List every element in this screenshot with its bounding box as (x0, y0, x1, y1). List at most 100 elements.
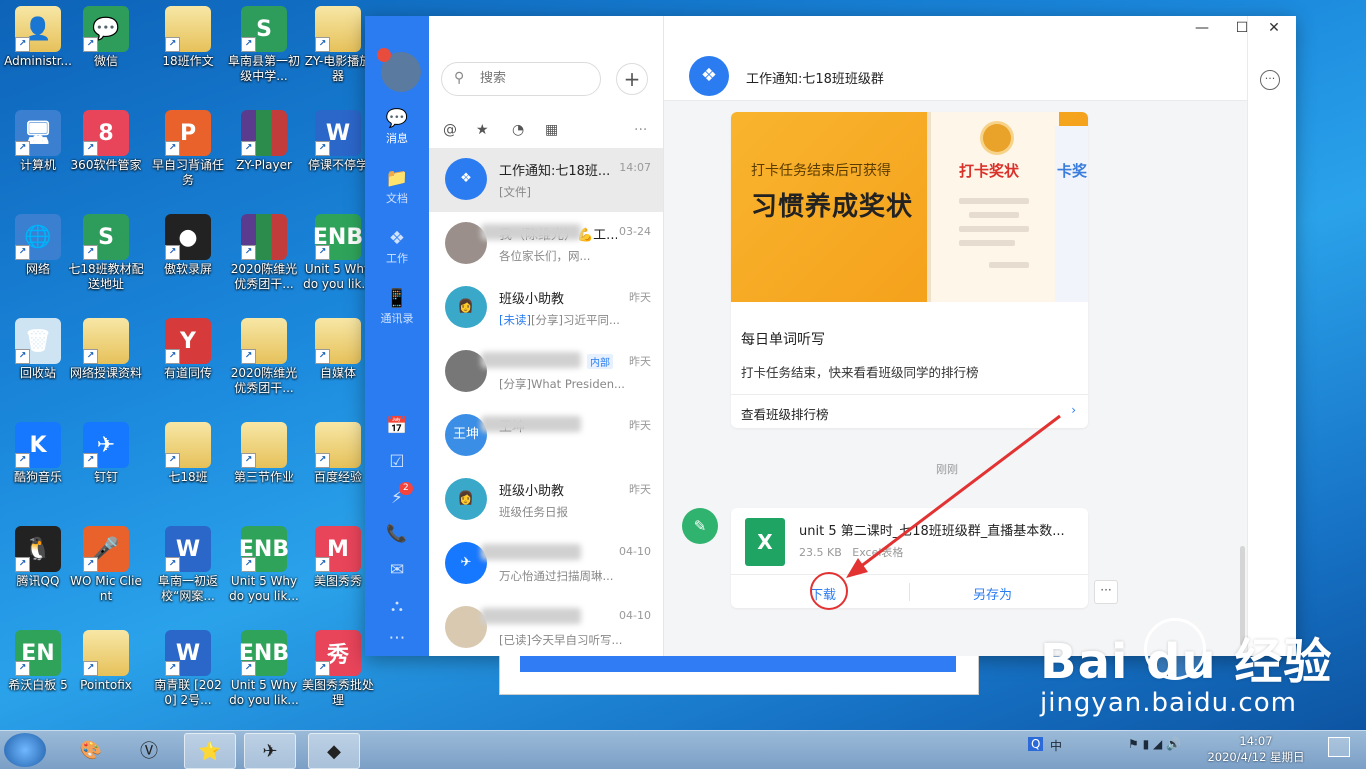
taskbar-app-v[interactable]: Ⓥ (124, 733, 174, 767)
show-desktop-button[interactable] (1328, 737, 1350, 757)
add-button[interactable]: + (616, 63, 648, 95)
desktop-icon[interactable]: 🗑 ↗ 回收站 (0, 314, 76, 381)
message-more-button[interactable]: ··· (1094, 580, 1118, 604)
desktop-icon-label: 酷狗音乐 (13, 470, 62, 484)
preview-text: 班级任务日报 (499, 505, 568, 519)
more-icon[interactable]: ⋯ (365, 628, 429, 648)
desktop-icon[interactable]: EN ↗ 希沃白板 5 (0, 626, 76, 693)
tray-icons[interactable]: ⚑ ▮ ◢ 🔊 (1128, 737, 1181, 751)
desktop-icon[interactable]: ↗ ZY-Player (226, 106, 302, 173)
mention-filter-icon[interactable]: @ (443, 122, 457, 138)
checkin-card[interactable]: 打卡任务结束后可获得 习惯养成奖状 打卡奖状 卡奖 每日单词听写 打卡任务结束，… (731, 112, 1088, 428)
save-as-button[interactable]: 另存为 (973, 584, 1012, 603)
minimize-button[interactable]: — (1187, 20, 1217, 36)
taskbar-app-dingtalk[interactable]: ✈ (244, 733, 296, 769)
taskbar-app-paint[interactable]: 🎨 (66, 733, 116, 767)
shortcut-arrow-icon: ↗ (315, 661, 330, 676)
desktop-icon[interactable]: 🌐 ↗ 网络 (0, 210, 76, 277)
desktop-icon-image: S ↗ (83, 214, 129, 260)
desktop-icon[interactable]: ↗ 18班作文 (150, 2, 226, 69)
clock[interactable]: 14:07 2020/4/12 星期日 (1206, 733, 1306, 765)
taskbar-app-other[interactable]: ◆ (308, 733, 360, 769)
mail-icon[interactable]: ✉ (365, 560, 429, 580)
ding-icon[interactable]: ⚡ (365, 488, 429, 508)
annotation-circle (810, 572, 848, 610)
desktop-icon[interactable]: K ↗ 酷狗音乐 (0, 418, 76, 485)
recent-filter-icon[interactable]: ◔ (512, 122, 524, 138)
desktop-icon[interactable]: ↗ 第三节作业 (226, 418, 302, 485)
desktop-icon-label: 第三节作业 (233, 470, 294, 484)
rail-item-docs[interactable]: 📁 文档 (365, 168, 429, 206)
desktop-icon[interactable]: ENB ↗ Unit 5 Why do you lik... (226, 626, 302, 708)
desktop-icon-image: 👤 ↗ (15, 6, 61, 52)
desktop-icon[interactable]: 8 ↗ 360软件管家 (68, 106, 144, 173)
org-icon[interactable]: ⛬ (365, 596, 429, 616)
taskbar-app-star[interactable]: ⭐ (184, 733, 236, 769)
desktop-icon[interactable]: ✈ ↗ 钉钉 (68, 418, 144, 485)
conversation-item[interactable]: 04-10 [已读]今天早自习听写... (429, 596, 663, 656)
more-filter-icon[interactable]: ··· (634, 122, 647, 138)
desktop-icon[interactable]: 👤 ↗ Administr... (0, 2, 76, 69)
conversation-item[interactable]: 👩 班级小助教 昨天 班级任务日报 (429, 468, 663, 532)
desktop-icon[interactable]: 🖥 ↗ 计算机 (0, 106, 76, 173)
phone-icon[interactable]: 📞 (365, 524, 429, 544)
desktop-icon[interactable]: P ↗ 早自习背诵任务 (150, 106, 226, 188)
conversation-item[interactable]: 我（陈维光）💪工...03-24各位家长们，网... (429, 212, 663, 276)
desktop-icon[interactable]: ↗ Pointofix (68, 626, 144, 693)
desktop-icon[interactable]: 🐧 ↗ 腾讯QQ (0, 522, 76, 589)
desktop-icon-label: 18班作文 (162, 54, 214, 68)
view-ranking-link[interactable]: 查看班级排行榜 › (731, 394, 1088, 428)
desktop-icon[interactable]: ● ↗ 傲软录屏 (150, 210, 226, 277)
conversation-time: 昨天 (629, 355, 651, 368)
rail-item-contacts[interactable]: 📱 通讯录 (365, 288, 429, 326)
conversation-item[interactable]: ❖ 工作通知:七18班... 14:07 [文件] (429, 148, 663, 212)
desktop-icon[interactable]: S ↗ 七18班教材配送地址 (68, 210, 144, 292)
conversation-preview: 万心怡通过扫描周琳... (499, 568, 649, 584)
user-avatar[interactable] (377, 48, 421, 92)
file-message[interactable]: X unit 5 第二课时_七18班班级群_直播基本数... 23.5 KB E… (731, 508, 1088, 608)
filter-bar: @ ★ ◔ ▦ ··· (429, 120, 663, 144)
start-button[interactable] (4, 733, 46, 767)
desktop-icon[interactable]: Y ↗ 有道同传 (150, 314, 226, 381)
rail-item-messages[interactable]: 💬 消息 (365, 108, 429, 146)
ime-icon[interactable]: Q (1028, 737, 1044, 751)
group-filter-icon[interactable]: ▦ (545, 122, 558, 138)
desktop-icon-label: 微信 (93, 54, 118, 68)
star-filter-icon[interactable]: ★ (476, 122, 489, 138)
more-options-icon[interactable]: ··· (1260, 70, 1280, 90)
side-panel: ··· (1247, 16, 1296, 656)
desktop-icon[interactable]: ↗ 网络授课资料 (68, 314, 144, 381)
close-button[interactable]: ✕ (1259, 20, 1289, 36)
conversation-item[interactable]: ✈ 04-10 万心怡通过扫描周琳... (429, 532, 663, 596)
ime-mode[interactable]: 中 (1050, 737, 1062, 754)
desktop-icon[interactable]: 💬 ↗ 微信 (68, 2, 144, 69)
rail-item-work[interactable]: ❖ 工作 (365, 228, 429, 266)
search-box[interactable]: ⚲ (441, 62, 601, 96)
desktop-icon[interactable]: W ↗ 南青联 [2020] 2号... (150, 626, 226, 708)
certificate-line (989, 262, 1029, 268)
conversation-item[interactable]: 👩 班级小助教 昨天 [未读][分享]习近平同... (429, 276, 663, 340)
certificate-title-2: 卡奖 (1057, 162, 1088, 180)
desktop-icon-image: 8 ↗ (83, 110, 129, 156)
desktop-icon[interactable]: ENB ↗ Unit 5 Why do you lik... (226, 522, 302, 604)
desktop-icon-label: Unit 5 Why do you lik... (229, 574, 299, 603)
calendar-icon[interactable]: 📅 (365, 416, 429, 436)
conversation-item[interactable]: 昨天 [分享]What Presiden... 内部 (429, 340, 663, 404)
desktop-icon[interactable]: W ↗ 阜南一初返校“网案... (150, 522, 226, 604)
maximize-button[interactable]: ☐ (1227, 20, 1257, 36)
desktop-icon[interactable]: ↗ 2020陈维光优秀团干... (226, 314, 302, 396)
desktop-icon[interactable]: ↗ 2020陈维光优秀团干... (226, 210, 302, 292)
desktop-icon-image: ↗ (241, 318, 287, 364)
desktop-icon[interactable]: 🎤 ↗ WO Mic Client (68, 522, 144, 604)
conversation-time: 03-24 (619, 225, 651, 238)
todo-icon[interactable]: ☑ (365, 452, 429, 472)
shortcut-arrow-icon: ↗ (15, 453, 30, 468)
desktop-icon[interactable]: ↗ 七18班 (150, 418, 226, 485)
desktop-icon-label: Pointofix (80, 678, 132, 692)
background-dialog-button (520, 656, 956, 672)
conversation-item[interactable]: 王坤王坤昨天 (429, 404, 663, 468)
taskbar: 🎨 Ⓥ ⭐ ✈ ◆ Q 中 ⚑ ▮ ◢ 🔊 14:07 2020/4/12 星期… (0, 730, 1366, 769)
desktop-icon-image: ↗ (241, 422, 287, 468)
desktop-icon[interactable]: S ↗ 阜南县第一初级中学... (226, 2, 302, 84)
search-input[interactable] (478, 70, 592, 87)
